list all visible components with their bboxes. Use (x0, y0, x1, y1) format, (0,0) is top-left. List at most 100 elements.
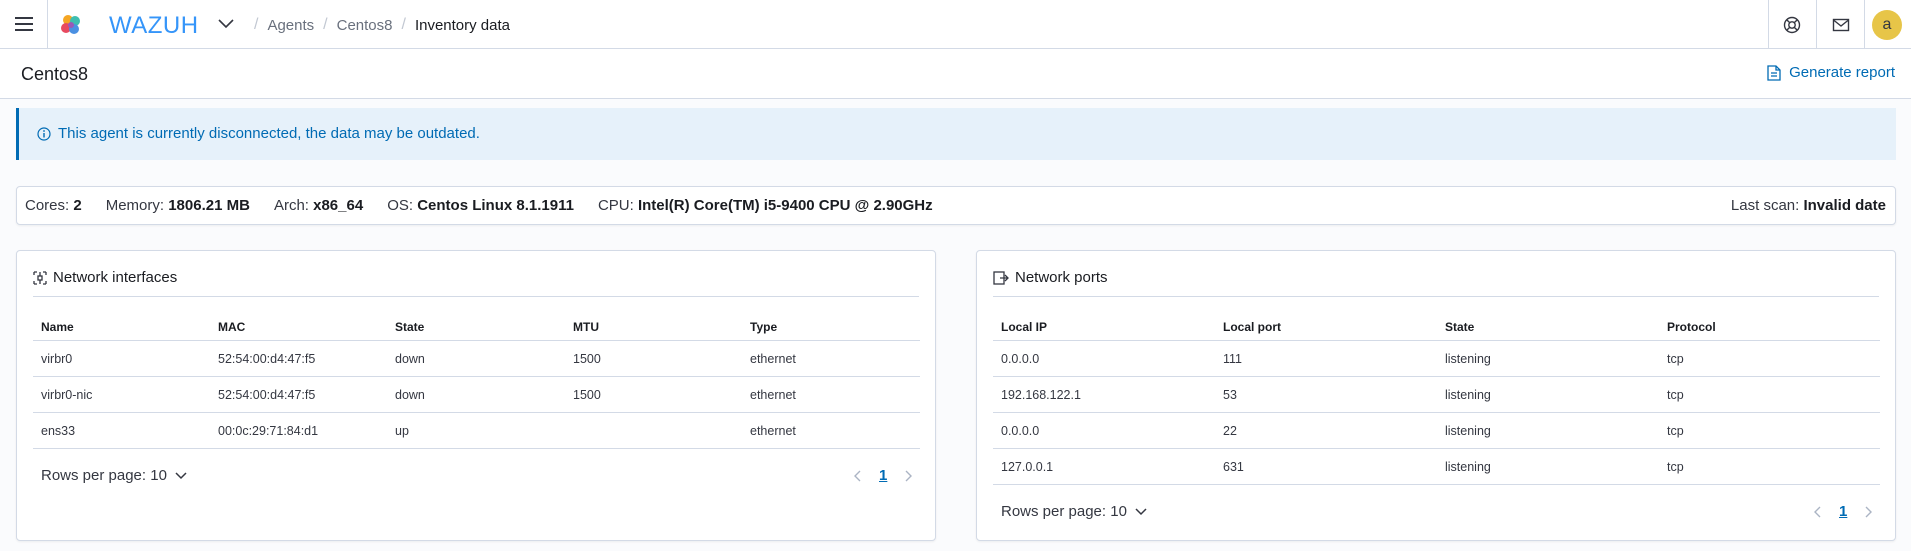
column-header-state[interactable]: State (1437, 313, 1659, 341)
os-label: OS: (387, 197, 414, 214)
table-cell: 127.0.0.1 (993, 448, 1215, 485)
table-cell: virbr0 (33, 340, 210, 377)
breadcrumb-separator: / (401, 16, 406, 33)
table-row[interactable]: virbr0-nic 52:54:00:d4:47:f5 down 1500 e… (33, 376, 920, 413)
table-row[interactable]: 192.168.122.1 53 listening tcp (993, 376, 1880, 413)
rows-per-page-label: Rows per page: 10 (1001, 503, 1127, 520)
table-cell: tcp (1659, 340, 1880, 377)
table-cell: ens33 (33, 412, 210, 449)
cores-value: 2 (73, 197, 82, 214)
table-cell: listening (1437, 340, 1659, 377)
page-title: Centos8 (21, 64, 89, 84)
column-header-type[interactable]: Type (742, 313, 920, 341)
table-cell: 52:54:00:d4:47:f5 (210, 340, 387, 377)
table-cell: 1500 (565, 376, 742, 413)
table-cell: down (387, 340, 565, 377)
table-cell: listening (1437, 376, 1659, 413)
pagination: 1 (853, 467, 913, 484)
info-icon (37, 127, 51, 141)
avatar[interactable]: a (1872, 10, 1902, 40)
table-cell: up (387, 412, 565, 449)
header-divider (1816, 0, 1817, 48)
table-cell: ethernet (742, 376, 920, 413)
rows-per-page-label: Rows per page: 10 (41, 467, 167, 484)
panel-divider (993, 296, 1879, 297)
brand-logo[interactable]: WAZUH (109, 12, 213, 38)
cpu-value: Intel(R) Core(TM) i5-9400 CPU @ 2.90GHz (637, 197, 933, 214)
table-row[interactable]: 0.0.0.0 22 listening tcp (993, 412, 1880, 449)
chevron-right-icon[interactable] (903, 470, 913, 482)
breadcrumb-agents[interactable]: Agents (267, 17, 314, 34)
table-header-row: Name MAC State MTU Type (33, 313, 920, 341)
chevron-left-icon[interactable] (853, 470, 863, 482)
breadcrumb-centos8[interactable]: Centos8 (337, 17, 393, 34)
column-header-state[interactable]: State (387, 313, 565, 341)
column-header-local-ip[interactable]: Local IP (993, 313, 1215, 341)
page-number-button[interactable]: 1 (1839, 503, 1847, 520)
chevron-right-icon[interactable] (1863, 506, 1873, 518)
rows-per-page-selector[interactable]: Rows per page: 10 (41, 467, 187, 484)
help-icon[interactable] (1783, 16, 1801, 34)
disconnected-callout: This agent is currently disconnected, th… (16, 108, 1896, 160)
breadcrumb: / Agents / Centos8 / Inventory data (245, 16, 510, 34)
table-row[interactable]: 0.0.0.0 111 listening tcp (993, 340, 1880, 377)
cpu-label: CPU: (597, 197, 634, 214)
document-icon (1767, 64, 1781, 81)
chevron-down-icon (1135, 507, 1147, 515)
table-cell: listening (1437, 448, 1659, 485)
network-ports-title: Network ports (993, 269, 1108, 286)
callout-text: This agent is currently disconnected, th… (58, 125, 480, 142)
wazuh-wordmark-icon: WAZUH (109, 12, 198, 38)
table-cell: 0.0.0.0 (993, 340, 1215, 377)
rows-per-page-selector[interactable]: Rows per page: 10 (1001, 503, 1147, 520)
chevron-down-icon[interactable] (218, 19, 234, 29)
info-cores: Cores: 2 (25, 197, 82, 214)
network-interfaces-panel: Network interfaces Name MAC State MTU Ty… (16, 250, 936, 541)
last-scan-value: Invalid date (1803, 197, 1886, 214)
network-ports-table: Local IP Local port State Protocol 0.0.0… (993, 313, 1880, 485)
arch-label: Arch: (273, 197, 309, 214)
cores-label: Cores: (25, 197, 70, 214)
network-ports-title-text: Network ports (1015, 269, 1108, 286)
breadcrumb-separator: / (254, 16, 259, 33)
memory-label: Memory: (105, 197, 165, 214)
page-title-bar: Centos8 Generate report (0, 49, 1911, 99)
generate-report-button[interactable]: Generate report (1767, 64, 1895, 81)
page-number-button[interactable]: 1 (879, 467, 887, 484)
info-os: OS: Centos Linux 8.1.1911 (387, 197, 574, 214)
panel-divider (33, 296, 919, 297)
column-header-mac[interactable]: MAC (210, 313, 387, 341)
chevron-left-icon[interactable] (1813, 506, 1823, 518)
table-row[interactable]: virbr0 52:54:00:d4:47:f5 down 1500 ether… (33, 340, 920, 377)
memory-value: 1806.21 MB (168, 197, 250, 214)
network-ports-icon (993, 270, 1009, 285)
pagination: 1 (1813, 503, 1873, 520)
info-last-scan: Last scan: Invalid date (1731, 197, 1886, 214)
chevron-down-icon (175, 471, 187, 479)
info-cpu: CPU: Intel(R) Core(TM) i5-9400 CPU @ 2.9… (598, 197, 933, 214)
network-interfaces-icon (33, 270, 47, 285)
top-header: WAZUH / Agents / Centos8 / Inventory dat… (0, 0, 1911, 49)
table-row[interactable]: 127.0.0.1 631 listening tcp (993, 448, 1880, 485)
last-scan-label: Last scan: (1730, 197, 1800, 214)
header-divider (47, 0, 48, 48)
table-cell: 111 (1215, 340, 1437, 377)
column-header-mtu[interactable]: MTU (565, 313, 742, 341)
info-memory: Memory: 1806.21 MB (106, 197, 250, 214)
menu-icon[interactable] (12, 12, 36, 36)
table-row[interactable]: ens33 00:0c:29:71:84:d1 up ethernet (33, 412, 920, 449)
table-cell: ethernet (742, 340, 920, 377)
column-header-protocol[interactable]: Protocol (1659, 313, 1880, 341)
column-header-local-port[interactable]: Local port (1215, 313, 1437, 341)
table-cell (565, 412, 742, 449)
table-cell: 52:54:00:d4:47:f5 (210, 376, 387, 413)
header-divider (1768, 0, 1769, 48)
table-cell: virbr0-nic (33, 376, 210, 413)
table-cell: 0.0.0.0 (993, 412, 1215, 449)
column-header-name[interactable]: Name (33, 313, 210, 341)
breadcrumb-separator: / (323, 16, 328, 33)
header-divider (1864, 0, 1865, 48)
mail-icon[interactable] (1832, 16, 1850, 34)
wazuh-flower-logo[interactable] (59, 13, 83, 37)
table-cell: down (387, 376, 565, 413)
